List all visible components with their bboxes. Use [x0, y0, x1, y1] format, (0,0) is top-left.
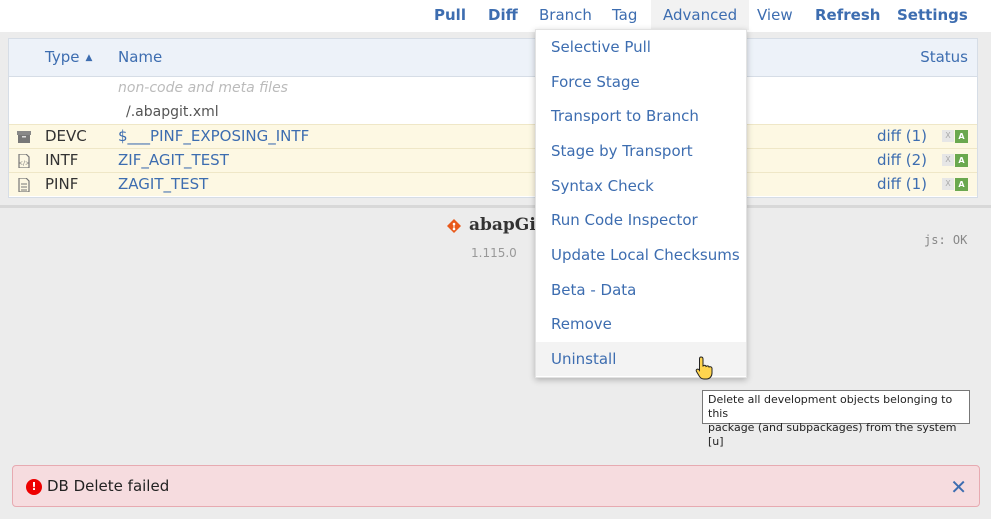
object-name-link[interactable]: $___PINF_EXPOSING_INTF: [118, 125, 309, 148]
remote-status-badge: A: [955, 130, 968, 143]
hand-pointer-icon: [695, 356, 713, 380]
table-header: Type ▲ Name Status: [9, 39, 977, 77]
code-file-icon: </>: [18, 154, 30, 168]
version-label: 1.115.0: [471, 246, 517, 260]
repo-objects-table: Type ▲ Name Status non-code and meta file…: [8, 38, 978, 198]
column-header-status[interactable]: Status: [920, 39, 968, 76]
abapgit-logo-text: abapGit: [469, 215, 544, 235]
menu-item-run-code-inspector[interactable]: Run Code Inspector: [536, 203, 746, 237]
refresh-button[interactable]: Refresh: [815, 0, 880, 30]
diff-link[interactable]: diff (2): [877, 149, 927, 172]
menu-item-stage-by-transport[interactable]: Stage by Transport: [536, 134, 746, 168]
meta-file-row: /.abapgit.xml: [9, 100, 977, 124]
document-icon: [18, 178, 30, 192]
local-status-badge: X: [942, 130, 954, 142]
pull-button[interactable]: Pull: [434, 0, 466, 30]
menu-item-remove[interactable]: Remove: [536, 307, 746, 341]
object-type: INTF: [45, 151, 79, 169]
meta-files-label: non-code and meta files: [118, 80, 288, 96]
menu-item-update-local-checksums[interactable]: Update Local Checksums: [536, 238, 746, 272]
object-name-link[interactable]: ZIF_AGIT_TEST: [118, 149, 229, 172]
meta-files-label-row: non-code and meta files: [9, 76, 977, 100]
uninstall-tooltip: Delete all development objects belonging…: [702, 390, 970, 448]
table-row: </> INTF ZIF_AGIT_TEST diff (2) X A: [9, 148, 977, 172]
local-status-badge: X: [942, 154, 954, 166]
package-icon: [17, 131, 31, 143]
js-status: js: OK: [924, 233, 968, 247]
remote-status-badge: A: [955, 178, 968, 191]
error-message: DB Delete failed: [47, 477, 170, 495]
local-status-badge: X: [942, 178, 954, 190]
menu-item-beta-data[interactable]: Beta - Data: [536, 273, 746, 307]
menu-item-syntax-check[interactable]: Syntax Check: [536, 169, 746, 203]
svg-text:</>: </>: [18, 160, 30, 167]
branch-menu[interactable]: Branch: [539, 0, 592, 30]
tooltip-line-1: Delete all development objects belonging…: [708, 393, 953, 420]
footer-divider: [0, 205, 991, 208]
diff-link[interactable]: diff (1): [877, 125, 927, 148]
advanced-dropdown-menu: Selective Pull Force Stage Transport to …: [535, 29, 747, 378]
table-row: DEVC $___PINF_EXPOSING_INTF diff (1) X A: [9, 124, 977, 148]
diff-link[interactable]: diff (1): [877, 173, 927, 196]
object-type: DEVC: [45, 127, 87, 145]
object-type: PINF: [45, 175, 79, 193]
tag-menu[interactable]: Tag: [612, 0, 637, 30]
menu-item-force-stage[interactable]: Force Stage: [536, 65, 746, 99]
meta-file-name[interactable]: /.abapgit.xml: [126, 100, 219, 124]
column-header-name[interactable]: Name: [118, 39, 162, 76]
object-name-link[interactable]: ZAGIT_TEST: [118, 173, 208, 196]
settings-menu[interactable]: Settings: [897, 0, 968, 30]
advanced-menu[interactable]: Advanced: [651, 0, 750, 30]
error-message-bar: ! DB Delete failed ✕: [12, 465, 980, 507]
menu-item-selective-pull[interactable]: Selective Pull: [536, 30, 746, 64]
diff-button[interactable]: Diff: [488, 0, 518, 30]
view-menu[interactable]: View: [757, 0, 793, 30]
table-row: PINF ZAGIT_TEST diff (1) X A: [9, 172, 977, 196]
error-icon: !: [26, 479, 42, 495]
column-header-type[interactable]: Type ▲: [45, 39, 92, 77]
sort-ascending-icon: ▲: [85, 53, 93, 63]
remote-status-badge: A: [955, 154, 968, 167]
tooltip-line-2: package (and subpackages) from the syste…: [708, 421, 957, 448]
close-icon[interactable]: ✕: [950, 475, 967, 499]
top-navigation-bar: Pull Diff Branch Tag Advanced View Refre…: [0, 0, 991, 32]
abapgit-logo-icon: [447, 219, 461, 233]
menu-item-transport-to-branch[interactable]: Transport to Branch: [536, 99, 746, 133]
